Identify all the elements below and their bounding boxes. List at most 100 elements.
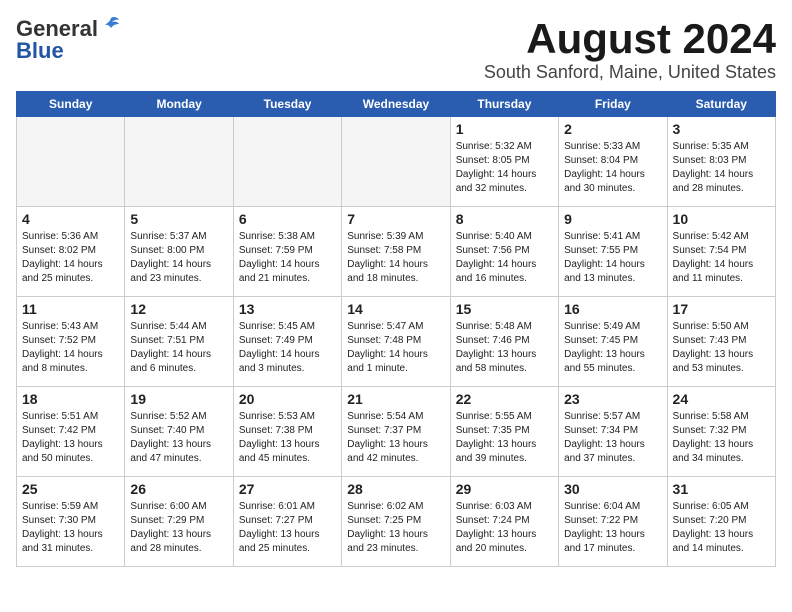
day-info: Sunrise: 5:53 AM Sunset: 7:38 PM Dayligh… [239, 410, 336, 466]
calendar-cell: 23 Sunrise: 5:57 AM Sunset: 7:34 PM Dayli… [559, 387, 667, 477]
calendar-table: SundayMondayTuesdayWednesdayThursdayFrid… [16, 91, 776, 567]
day-number: 16 [564, 301, 661, 317]
day-info: Sunrise: 6:03 AM Sunset: 7:24 PM Dayligh… [456, 500, 553, 556]
calendar-cell: 25 Sunrise: 5:59 AM Sunset: 7:30 PM Dayli… [17, 477, 125, 567]
calendar-cell: 10Sunrise: 5:42 AM Sunset: 7:54 PM Dayli… [667, 207, 775, 297]
calendar-cell: 8 Sunrise: 5:40 AM Sunset: 7:56 PM Daylig… [450, 207, 558, 297]
day-info: Sunrise: 5:40 AM Sunset: 7:56 PM Dayligh… [456, 230, 553, 286]
weekday-friday: Friday [559, 92, 667, 117]
calendar-week-3: 11 Sunrise: 5:43 AM Sunset: 7:52 PM Dayli… [17, 297, 776, 387]
day-info: Sunrise: 6:02 AM Sunset: 7:25 PM Dayligh… [347, 500, 444, 556]
day-number: 2 [564, 121, 661, 137]
calendar-cell: 6Sunrise: 5:38 AM Sunset: 7:59 PM Daylig… [233, 207, 341, 297]
weekday-saturday: Saturday [667, 92, 775, 117]
day-info: Sunrise: 6:05 AM Sunset: 7:20 PM Dayligh… [673, 500, 770, 556]
day-number: 3 [673, 121, 770, 137]
calendar-cell: 4 Sunrise: 5:36 AM Sunset: 8:02 PM Daylig… [17, 207, 125, 297]
day-number: 1 [456, 121, 553, 137]
day-number: 30 [564, 481, 661, 497]
day-info: Sunrise: 5:36 AM Sunset: 8:02 PM Dayligh… [22, 230, 119, 286]
weekday-wednesday: Wednesday [342, 92, 450, 117]
day-info: Sunrise: 5:59 AM Sunset: 7:30 PM Dayligh… [22, 500, 119, 556]
day-number: 17 [673, 301, 770, 317]
day-number: 20 [239, 391, 336, 407]
day-number: 25 [22, 481, 119, 497]
day-info: Sunrise: 5:43 AM Sunset: 7:52 PM Dayligh… [22, 320, 119, 376]
day-info: Sunrise: 5:57 AM Sunset: 7:34 PM Dayligh… [564, 410, 661, 466]
day-info: Sunrise: 6:04 AM Sunset: 7:22 PM Dayligh… [564, 500, 661, 556]
day-info: Sunrise: 5:39 AM Sunset: 7:58 PM Dayligh… [347, 230, 444, 286]
calendar-cell: 30 Sunrise: 6:04 AM Sunset: 7:22 PM Dayli… [559, 477, 667, 567]
day-info: Sunrise: 5:38 AM Sunset: 7:59 PM Dayligh… [239, 230, 336, 286]
day-number: 9 [564, 211, 661, 227]
day-number: 26 [130, 481, 227, 497]
day-number: 15 [456, 301, 553, 317]
day-info: Sunrise: 5:52 AM Sunset: 7:40 PM Dayligh… [130, 410, 227, 466]
day-info: Sunrise: 5:37 AM Sunset: 8:00 PM Dayligh… [130, 230, 227, 286]
calendar-cell: 9 Sunrise: 5:41 AM Sunset: 7:55 PM Daylig… [559, 207, 667, 297]
day-info: Sunrise: 5:35 AM Sunset: 8:03 PM Dayligh… [673, 140, 770, 196]
title-block: August 2024 South Sanford, Maine, United… [484, 16, 776, 83]
weekday-monday: Monday [125, 92, 233, 117]
weekday-thursday: Thursday [450, 92, 558, 117]
day-number: 29 [456, 481, 553, 497]
calendar-cell: 26Sunrise: 6:00 AM Sunset: 7:29 PM Dayli… [125, 477, 233, 567]
day-info: Sunrise: 5:41 AM Sunset: 7:55 PM Dayligh… [564, 230, 661, 286]
calendar-week-1: 1 Sunrise: 5:32 AM Sunset: 8:05 PM Daylig… [17, 117, 776, 207]
day-info: Sunrise: 5:49 AM Sunset: 7:45 PM Dayligh… [564, 320, 661, 376]
day-info: Sunrise: 5:54 AM Sunset: 7:37 PM Dayligh… [347, 410, 444, 466]
calendar-cell: 3 Sunrise: 5:35 AM Sunset: 8:03 PM Daylig… [667, 117, 775, 207]
day-number: 4 [22, 211, 119, 227]
day-info: Sunrise: 5:50 AM Sunset: 7:43 PM Dayligh… [673, 320, 770, 376]
day-info: Sunrise: 5:58 AM Sunset: 7:32 PM Dayligh… [673, 410, 770, 466]
calendar-cell: 1 Sunrise: 5:32 AM Sunset: 8:05 PM Daylig… [450, 117, 558, 207]
calendar-cell: 13 Sunrise: 5:45 AM Sunset: 7:49 PM Dayli… [233, 297, 341, 387]
day-number: 23 [564, 391, 661, 407]
day-number: 24 [673, 391, 770, 407]
day-number: 5 [130, 211, 227, 227]
calendar-cell: 5 Sunrise: 5:37 AM Sunset: 8:00 PM Daylig… [125, 207, 233, 297]
calendar-cell: 20 Sunrise: 5:53 AM Sunset: 7:38 PM Dayli… [233, 387, 341, 477]
day-info: Sunrise: 5:33 AM Sunset: 8:04 PM Dayligh… [564, 140, 661, 196]
day-number: 8 [456, 211, 553, 227]
page-header: General Blue August 2024 South Sanford, … [16, 16, 776, 83]
day-number: 10 [673, 211, 770, 227]
day-info: Sunrise: 5:45 AM Sunset: 7:49 PM Dayligh… [239, 320, 336, 376]
calendar-cell: 14 Sunrise: 5:47 AM Sunset: 7:48 PM Dayli… [342, 297, 450, 387]
day-number: 11 [22, 301, 119, 317]
day-number: 12 [130, 301, 227, 317]
calendar-title: August 2024 [484, 16, 776, 62]
weekday-tuesday: Tuesday [233, 92, 341, 117]
weekday-sunday: Sunday [17, 92, 125, 117]
day-number: 27 [239, 481, 336, 497]
day-info: Sunrise: 5:51 AM Sunset: 7:42 PM Dayligh… [22, 410, 119, 466]
calendar-cell [17, 117, 125, 207]
day-number: 18 [22, 391, 119, 407]
day-info: Sunrise: 5:32 AM Sunset: 8:05 PM Dayligh… [456, 140, 553, 196]
day-number: 7 [347, 211, 444, 227]
calendar-cell: 22Sunrise: 5:55 AM Sunset: 7:35 PM Dayli… [450, 387, 558, 477]
day-info: Sunrise: 5:47 AM Sunset: 7:48 PM Dayligh… [347, 320, 444, 376]
calendar-cell: 28Sunrise: 6:02 AM Sunset: 7:25 PM Dayli… [342, 477, 450, 567]
calendar-cell: 7 Sunrise: 5:39 AM Sunset: 7:58 PM Daylig… [342, 207, 450, 297]
calendar-cell: 27 Sunrise: 6:01 AM Sunset: 7:27 PM Dayli… [233, 477, 341, 567]
calendar-cell: 29 Sunrise: 6:03 AM Sunset: 7:24 PM Dayli… [450, 477, 558, 567]
logo-blue: Blue [16, 38, 64, 64]
calendar-week-2: 4 Sunrise: 5:36 AM Sunset: 8:02 PM Daylig… [17, 207, 776, 297]
calendar-cell: 12Sunrise: 5:44 AM Sunset: 7:51 PM Dayli… [125, 297, 233, 387]
day-number: 31 [673, 481, 770, 497]
calendar-cell: 31 Sunrise: 6:05 AM Sunset: 7:20 PM Dayli… [667, 477, 775, 567]
calendar-cell: 24 Sunrise: 5:58 AM Sunset: 7:32 PM Dayli… [667, 387, 775, 477]
day-info: Sunrise: 6:01 AM Sunset: 7:27 PM Dayligh… [239, 500, 336, 556]
calendar-cell: 15Sunrise: 5:48 AM Sunset: 7:46 PM Dayli… [450, 297, 558, 387]
day-number: 21 [347, 391, 444, 407]
calendar-cell [233, 117, 341, 207]
calendar-cell: 18 Sunrise: 5:51 AM Sunset: 7:42 PM Dayli… [17, 387, 125, 477]
day-number: 22 [456, 391, 553, 407]
day-number: 13 [239, 301, 336, 317]
calendar-cell: 11 Sunrise: 5:43 AM Sunset: 7:52 PM Dayli… [17, 297, 125, 387]
calendar-subtitle: South Sanford, Maine, United States [484, 62, 776, 83]
calendar-cell: 19Sunrise: 5:52 AM Sunset: 7:40 PM Dayli… [125, 387, 233, 477]
logo-bird-icon [101, 16, 121, 36]
day-number: 14 [347, 301, 444, 317]
